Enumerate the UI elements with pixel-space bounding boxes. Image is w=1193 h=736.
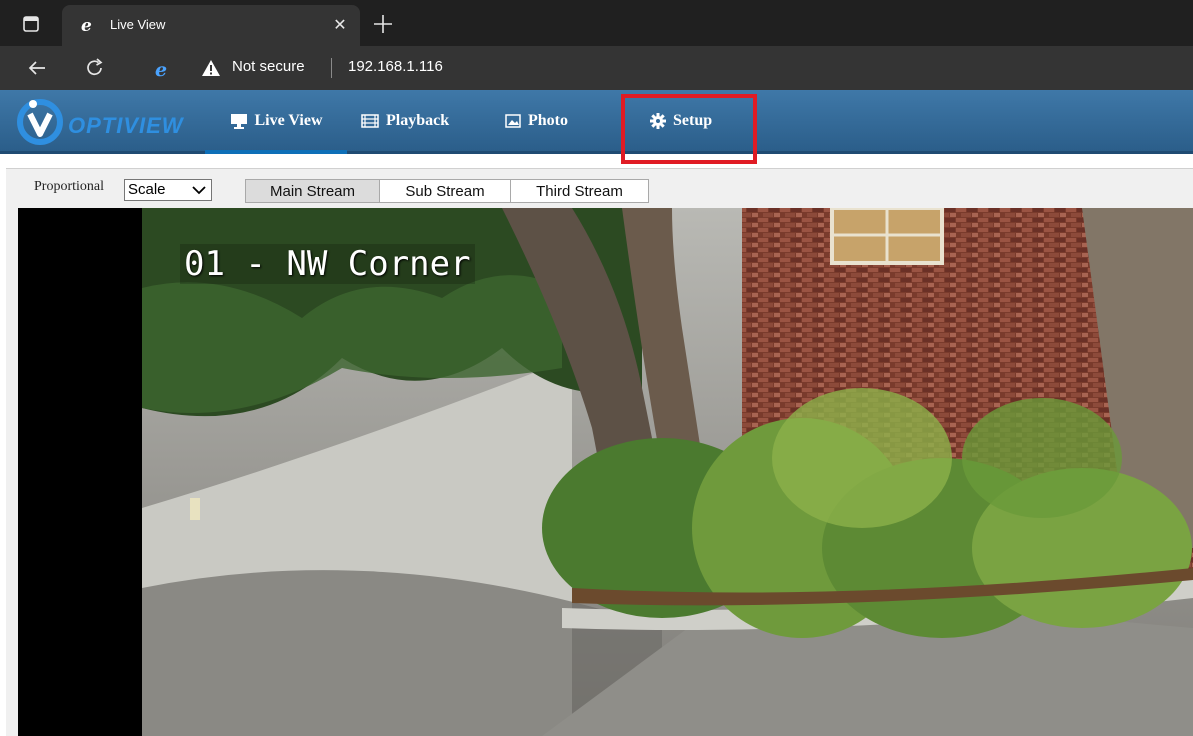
setup-highlight-box	[621, 94, 757, 164]
app-header: OPTIVIEW Live View Playback Photo Setup	[0, 90, 1193, 154]
film-icon	[361, 113, 379, 128]
nav-live-view-label: Live View	[254, 111, 323, 129]
sub-stream-button[interactable]: Sub Stream	[380, 179, 511, 203]
monitor-icon	[230, 113, 247, 129]
video-letterbox	[18, 208, 142, 736]
browser-tab[interactable]: e Live View ✕	[62, 5, 360, 46]
proportional-label: Proportional	[34, 179, 104, 194]
close-icon[interactable]: ✕	[330, 15, 350, 35]
tab-title: Live View	[110, 17, 166, 32]
optiview-logo-icon	[14, 96, 66, 148]
new-tab-button[interactable]	[370, 11, 396, 37]
nav-photo[interactable]: Photo	[505, 90, 568, 151]
camera-feed[interactable]: 01 - NW Corner	[142, 208, 1193, 736]
tab-actions-icon[interactable]	[22, 15, 40, 33]
svg-text:e: e	[81, 16, 92, 34]
ie-mode-icon[interactable]: e	[153, 59, 173, 81]
sub-stream-label: Sub Stream	[405, 182, 485, 200]
camera-scene-image	[142, 208, 1193, 736]
nav-photo-label: Photo	[528, 111, 568, 129]
ie-icon: e	[80, 16, 98, 36]
warning-icon[interactable]	[201, 59, 221, 77]
camera-osd-label: 01 - NW Corner	[180, 244, 475, 284]
stream-selector: Main Stream Sub Stream Third Stream	[245, 179, 649, 203]
address-divider	[331, 58, 332, 78]
nav-live-view[interactable]: Live View	[205, 90, 347, 154]
browser-tab-bar: e Live View ✕	[0, 0, 1193, 46]
svg-text:e: e	[155, 59, 167, 79]
main-stream-label: Main Stream	[269, 182, 356, 200]
live-video-area: 01 - NW Corner	[6, 208, 1193, 736]
chevron-down-icon	[192, 186, 206, 195]
logo-text: OPTIVIEW	[68, 113, 184, 138]
third-stream-label: Third Stream	[536, 182, 623, 200]
scale-select[interactable]: Scale	[124, 179, 212, 201]
nav-playback-label: Playback	[386, 111, 450, 129]
reload-button[interactable]	[84, 57, 106, 79]
address-bar: e Not secure 192.168.1.116	[0, 46, 1193, 90]
back-button[interactable]	[26, 57, 48, 79]
scale-select-value: Scale	[128, 181, 166, 198]
url-field[interactable]: 192.168.1.116	[348, 58, 443, 75]
nav-playback[interactable]: Playback	[361, 90, 449, 151]
stream-toolbar: Proportional Scale Main Stream Sub Strea…	[6, 168, 1193, 208]
photo-icon	[505, 113, 521, 128]
third-stream-button[interactable]: Third Stream	[511, 179, 649, 203]
security-label[interactable]: Not secure	[232, 58, 305, 75]
main-stream-button[interactable]: Main Stream	[245, 179, 380, 203]
